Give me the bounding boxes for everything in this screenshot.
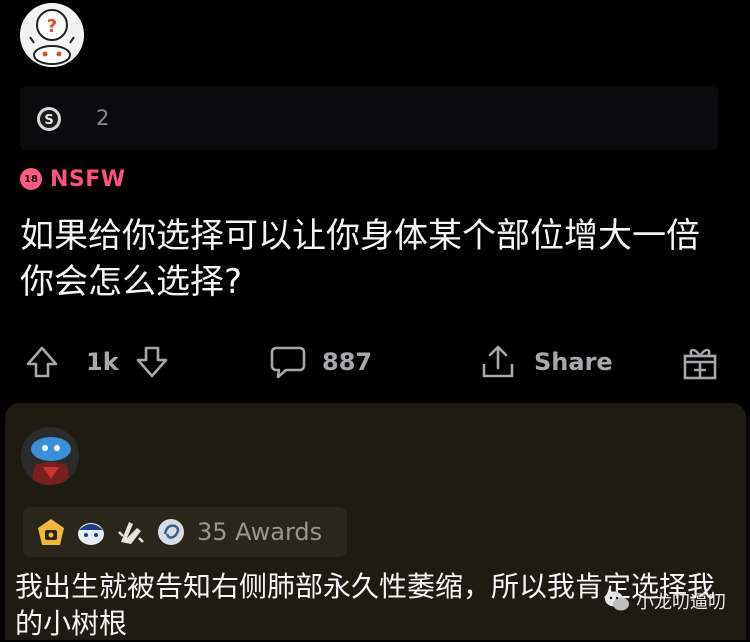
gold-crown-award-icon [38, 519, 64, 545]
downvote-arrow-icon [136, 346, 168, 378]
comment-bubble-icon [270, 346, 306, 379]
silver-award-icon: S [37, 107, 61, 131]
poster-avatar[interactable]: ? [20, 3, 84, 67]
snoo-avatar-icon [21, 427, 79, 485]
post-action-bar: 1k 887 Share [0, 334, 750, 390]
share-label: Share [534, 348, 613, 376]
share-button[interactable]: Share [478, 334, 613, 390]
nsfw-18-badge-icon: 18 [20, 168, 42, 190]
upvote-count: 1k [86, 348, 119, 376]
share-icon [482, 345, 514, 378]
wechat-icon [605, 591, 629, 611]
svg-text:?: ? [47, 16, 57, 37]
snoo-award-icon [78, 523, 104, 545]
awards-count: 35 Awards [197, 518, 323, 546]
hands-award-icon [118, 522, 144, 544]
top-comment-card[interactable]: 35 Awards 我出生就被告知右侧肺部永久性萎缩，所以我肯定选择我的小树根 … [5, 403, 746, 640]
snoo-question-avatar-icon: ? [20, 3, 84, 67]
comment-count: 887 [322, 348, 373, 376]
give-award-button[interactable] [680, 334, 720, 390]
comment-awards-row[interactable]: 35 Awards [23, 507, 347, 557]
commenter-avatar[interactable] [21, 427, 79, 485]
nsfw-label: NSFW [50, 166, 126, 192]
nsfw-tag: 18 NSFW [20, 164, 126, 194]
comments-button[interactable]: 887 [268, 334, 372, 390]
upvote-button[interactable] [24, 334, 60, 390]
vote-count: 1k [86, 334, 119, 390]
svg-text:S: S [44, 113, 53, 128]
post-awards-strip[interactable]: S 2 [20, 86, 718, 150]
watermark: 小龙叨逼叨 [604, 588, 726, 614]
watermark-text: 小龙叨逼叨 [636, 592, 726, 613]
downvote-button[interactable] [134, 334, 170, 390]
award-count: 2 [96, 106, 110, 130]
gift-award-icon [683, 348, 717, 380]
upvote-arrow-icon [26, 346, 58, 378]
silver-swirl-award-icon [158, 519, 184, 545]
post-title[interactable]: 如果给你选择可以让你身体某个部位增大一倍你会怎么选择? [20, 213, 730, 305]
